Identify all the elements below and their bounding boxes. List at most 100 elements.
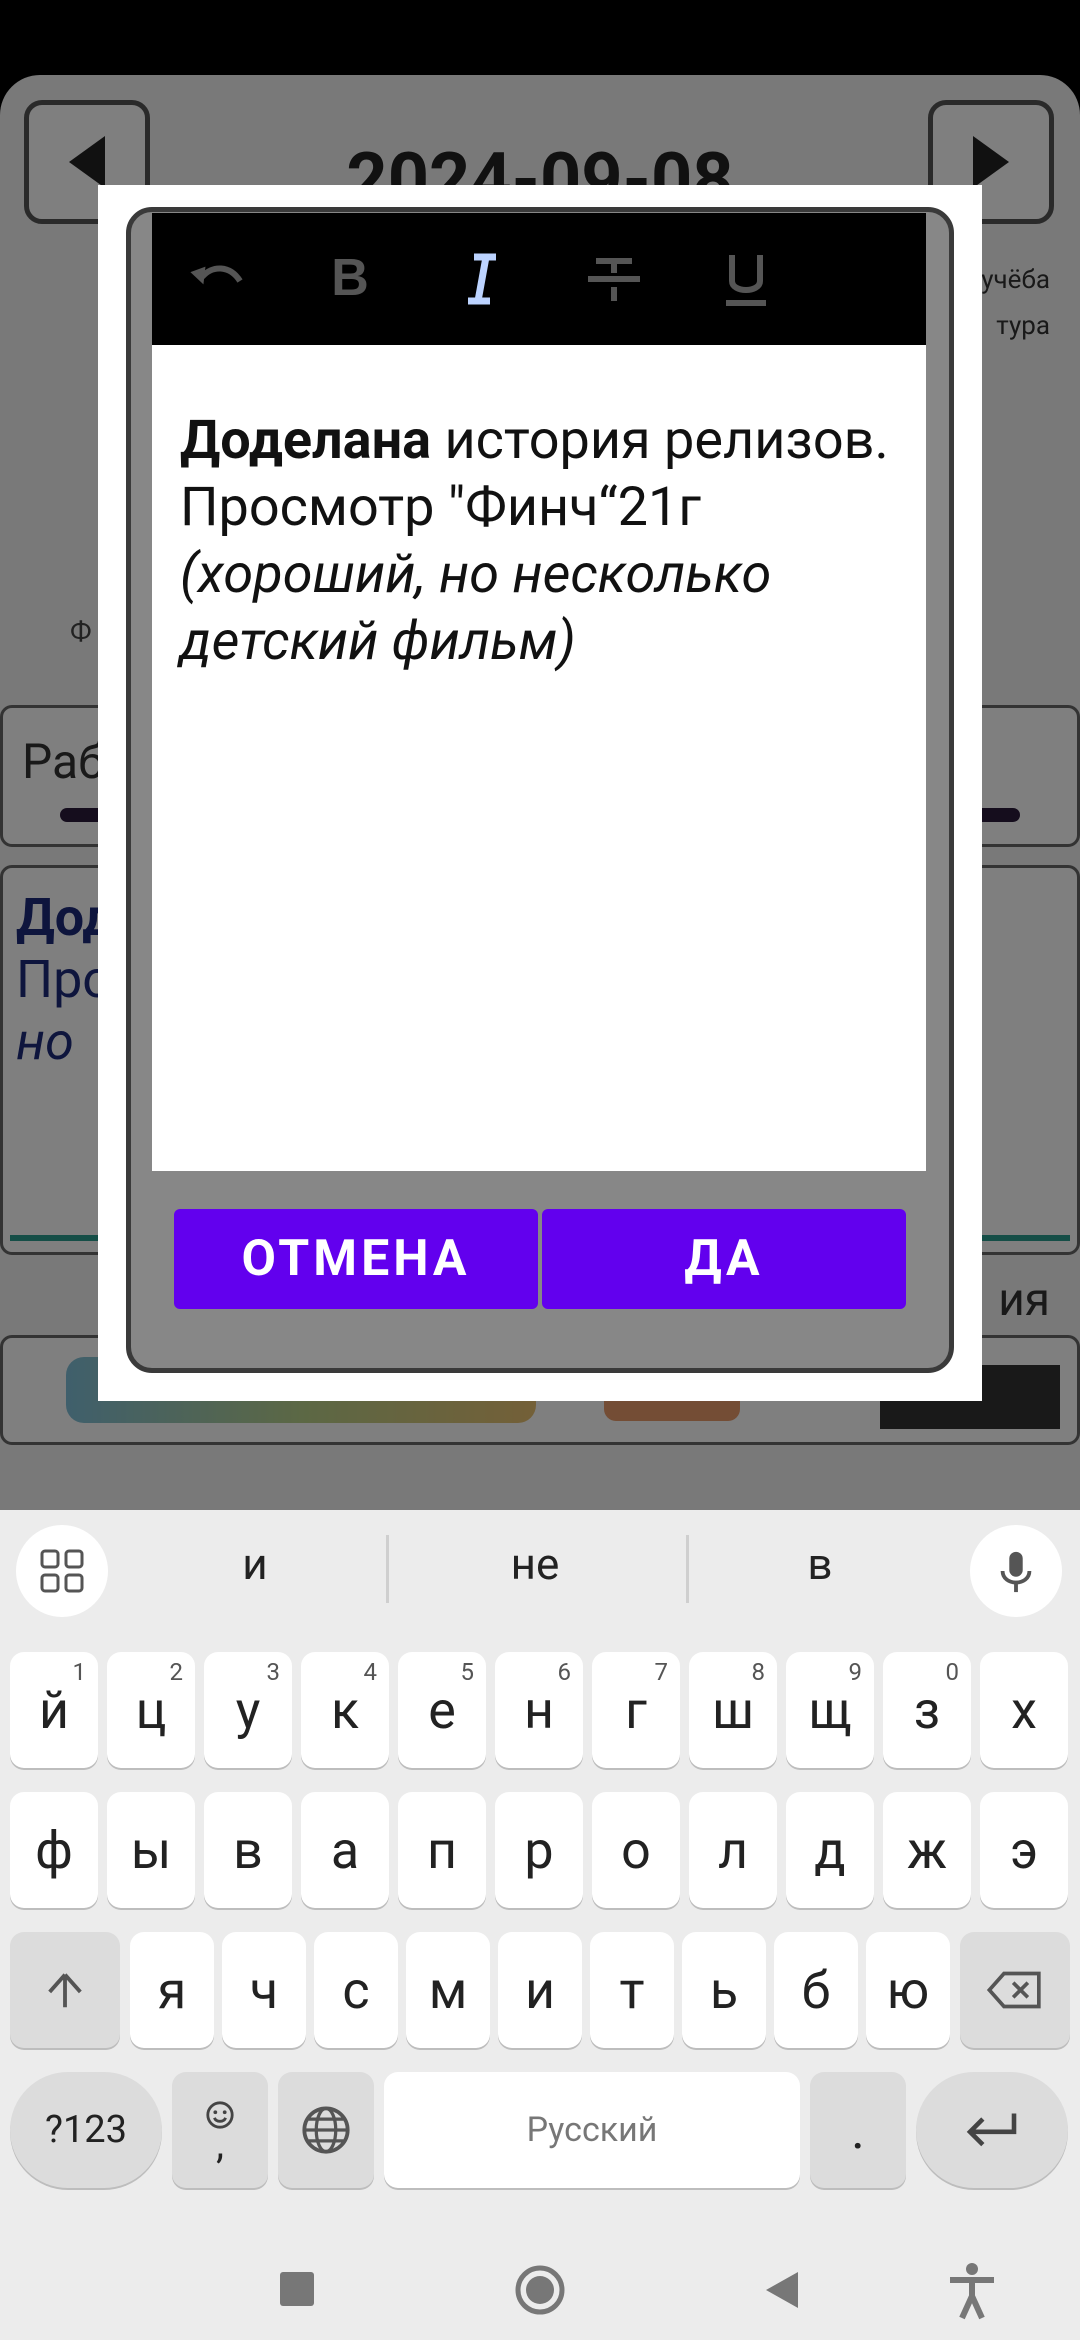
- key-label: х: [1011, 1679, 1037, 1741]
- key[interactable]: з0: [883, 1652, 971, 1768]
- key-hint: 6: [557, 1658, 572, 1686]
- underline-button[interactable]: [680, 213, 812, 345]
- symbols-key[interactable]: ?123: [10, 2072, 162, 2188]
- suggestion-divider: [386, 1535, 389, 1603]
- key[interactable]: ы: [107, 1792, 195, 1908]
- key[interactable]: ц2: [107, 1652, 195, 1768]
- shift-key[interactable]: [10, 1932, 120, 2048]
- soft-keyboard: и не в й1 ц2 у3 к4 е5 н6 г7 ш8 щ9 з0 х ф…: [0, 1510, 1080, 2340]
- key[interactable]: ф: [10, 1792, 98, 1908]
- key[interactable]: ж: [883, 1792, 971, 1908]
- recents-button[interactable]: [280, 2272, 314, 2306]
- backspace-icon: [986, 1971, 1041, 2009]
- key-label: з: [913, 1679, 941, 1741]
- key[interactable]: г7: [592, 1652, 680, 1768]
- key-label: у: [235, 1679, 261, 1741]
- bold-button[interactable]: B: [284, 213, 416, 345]
- home-button[interactable]: [514, 2264, 566, 2316]
- space-key[interactable]: Русский: [384, 2072, 800, 2188]
- key[interactable]: п: [398, 1792, 486, 1908]
- key[interactable]: х: [980, 1652, 1068, 1768]
- key[interactable]: с: [314, 1932, 398, 2048]
- key[interactable]: л: [689, 1792, 777, 1908]
- key-hint: 3: [266, 1658, 281, 1686]
- key[interactable]: д: [786, 1792, 874, 1908]
- apps-grid-button[interactable]: [16, 1525, 108, 1617]
- cancel-button[interactable]: ОТМЕНА: [174, 1209, 538, 1309]
- key-label: й: [38, 1679, 69, 1741]
- key-hint: 9: [848, 1658, 863, 1686]
- key-label: щ: [808, 1679, 852, 1741]
- undo-icon: [190, 265, 243, 285]
- key[interactable]: и: [498, 1932, 582, 2048]
- accessibility-button[interactable]: [944, 2262, 1000, 2320]
- ok-button[interactable]: ДА: [542, 1209, 906, 1309]
- enter-key[interactable]: [916, 2072, 1068, 2188]
- key[interactable]: о: [592, 1792, 680, 1908]
- key-label: к: [330, 1679, 360, 1741]
- key[interactable]: я: [130, 1932, 214, 2048]
- editor-text-2: Просмотр "Финч“21г: [180, 476, 701, 539]
- key-label: е: [428, 1679, 456, 1741]
- back-button[interactable]: [762, 2270, 802, 2310]
- grid-icon: [40, 1549, 84, 1593]
- suggestion-1[interactable]: и: [200, 1538, 310, 1590]
- key[interactable]: б: [774, 1932, 858, 2048]
- back-triangle-icon: [766, 2272, 798, 2308]
- emoji-comma-key[interactable]: ,: [172, 2072, 268, 2188]
- microphone-icon: [1000, 1551, 1032, 1593]
- key[interactable]: е5: [398, 1652, 486, 1768]
- editor-italic-text: (хороший, но несколько детский фильм): [180, 543, 772, 673]
- key[interactable]: р: [495, 1792, 583, 1908]
- key-hint: 0: [945, 1658, 960, 1686]
- system-navigation-bar: [0, 2240, 1080, 2340]
- editor-bold-text: Доделана: [180, 409, 432, 472]
- key[interactable]: ч: [222, 1932, 306, 2048]
- voice-input-button[interactable]: [970, 1525, 1062, 1617]
- svg-text:B: B: [331, 249, 369, 307]
- bold-icon: B: [331, 249, 369, 307]
- italic-button[interactable]: [416, 213, 548, 345]
- key[interactable]: ш8: [689, 1652, 777, 1768]
- suggestion-2[interactable]: не: [480, 1538, 590, 1590]
- key-hint: 8: [751, 1658, 766, 1686]
- suggestion-3[interactable]: в: [765, 1538, 875, 1590]
- edit-note-dialog: B Доделана история релизов. Просмотр "Фи…: [98, 185, 982, 1401]
- key[interactable]: э: [980, 1792, 1068, 1908]
- comma-label: ,: [216, 2121, 224, 2168]
- suggestion-divider: [686, 1535, 689, 1603]
- key[interactable]: к4: [301, 1652, 389, 1768]
- key-label: ц: [135, 1679, 167, 1741]
- key[interactable]: н6: [495, 1652, 583, 1768]
- italic-icon: [468, 253, 496, 305]
- globe-icon: [302, 2106, 350, 2154]
- key-hint: 2: [169, 1658, 184, 1686]
- key[interactable]: й1: [10, 1652, 98, 1768]
- key[interactable]: ю: [866, 1932, 950, 2048]
- key[interactable]: в: [204, 1792, 292, 1908]
- accessibility-icon: [950, 2263, 994, 2320]
- underline-icon: [726, 255, 766, 306]
- key-hint: 5: [460, 1658, 475, 1686]
- language-key[interactable]: [278, 2072, 374, 2188]
- shift-arrow-icon: [48, 1973, 82, 2008]
- key[interactable]: ь: [682, 1932, 766, 2048]
- note-editor[interactable]: Доделана история релизов. Просмотр "Финч…: [152, 345, 926, 1171]
- undo-button[interactable]: [152, 213, 284, 345]
- key-hint: 1: [72, 1658, 87, 1686]
- enter-arrow-icon: [966, 2113, 1017, 2147]
- key-label: г: [625, 1679, 647, 1741]
- key[interactable]: а: [301, 1792, 389, 1908]
- key-hint: 4: [363, 1658, 378, 1686]
- key[interactable]: у3: [204, 1652, 292, 1768]
- period-key[interactable]: .: [810, 2072, 906, 2188]
- format-toolbar: B: [152, 213, 926, 345]
- strikethrough-button[interactable]: [548, 213, 680, 345]
- backspace-key[interactable]: [960, 1932, 1070, 2048]
- key-hint: 7: [654, 1658, 669, 1686]
- home-circle-icon: [515, 2265, 565, 2315]
- key[interactable]: т: [590, 1932, 674, 2048]
- key[interactable]: м: [406, 1932, 490, 2048]
- key[interactable]: щ9: [786, 1652, 874, 1768]
- editor-text-1: история релизов.: [431, 409, 889, 472]
